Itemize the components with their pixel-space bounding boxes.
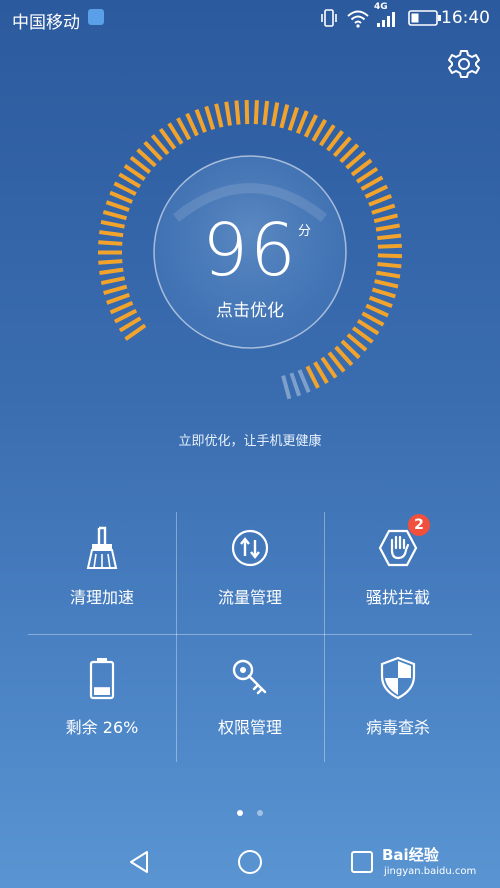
- permission-management-button[interactable]: 权限管理: [176, 642, 324, 764]
- score-unit: 分: [298, 224, 312, 239]
- battery-level-fill: [94, 687, 110, 695]
- data-management-button[interactable]: 流量管理: [176, 512, 324, 634]
- score-value: 96: [202, 208, 298, 292]
- gauge-tick-lit: [176, 117, 192, 141]
- back-icon[interactable]: [126, 848, 154, 876]
- gauge-tick-dim: [297, 369, 311, 393]
- recent-apps-icon[interactable]: [348, 848, 376, 876]
- gauge-tick-lit: [262, 100, 270, 126]
- gauge-tick-lit: [204, 105, 216, 130]
- watermark-brand: Bai经验: [382, 846, 439, 864]
- battery-icon: [89, 658, 115, 700]
- gauge-tick-lit: [295, 110, 309, 135]
- permission-management-label: 权限管理: [217, 718, 282, 737]
- antivirus-button[interactable]: 病毒查杀: [324, 642, 472, 764]
- gauge-tick-lit: [368, 194, 392, 207]
- battery-button[interactable]: 剩余 26%: [28, 642, 176, 764]
- battery-label: 剩余 26%: [65, 718, 139, 737]
- clock: 16:40: [441, 8, 490, 28]
- data-transfer-icon: [231, 529, 269, 567]
- gauge-tick-lit: [287, 106, 300, 131]
- gauge-tick-lit: [113, 181, 137, 196]
- page-indicator: [0, 801, 500, 820]
- gauge-tick-lit: [194, 109, 207, 133]
- antivirus-label: 病毒查杀: [365, 718, 430, 737]
- carrier-name: 中国移动: [12, 13, 80, 33]
- status-bar: 中国移动 4G 16:40: [0, 0, 500, 36]
- cleanup-button[interactable]: 清理加速: [28, 512, 176, 634]
- gauge-tick-lit: [305, 365, 320, 389]
- page-dot-active: [237, 810, 244, 816]
- harassment-block-label: 骚扰拦截: [365, 588, 430, 607]
- gauge-tick-dim: [281, 375, 292, 400]
- key-icon: [232, 659, 267, 695]
- vibrate-icon: [321, 9, 337, 27]
- page-dot: [256, 810, 263, 816]
- wifi-icon: [347, 10, 369, 28]
- gauge-tick-lit: [244, 99, 250, 125]
- optimize-button[interactable]: 点击优化: [0, 296, 500, 321]
- notification-badge: 2: [408, 514, 430, 536]
- gauge-tick-lit: [234, 100, 241, 125]
- broom-icon: [86, 526, 118, 569]
- data-management-label: 流量管理: [217, 588, 282, 607]
- subtitle: 立即优化，让手机更健康: [178, 434, 322, 449]
- feature-grid: 清理加速 流量管理 2 骚扰拦截 剩余 26% 权限管理 病毒查杀: [28, 512, 472, 762]
- gauge-tick-lit: [279, 104, 290, 129]
- signal-icon: [377, 12, 395, 27]
- watermark-url: jingyan.baidu.com: [384, 866, 477, 877]
- gauge-tick-lit: [364, 184, 389, 199]
- gauge-tick-lit: [253, 100, 259, 125]
- harassment-block-button[interactable]: 2 骚扰拦截: [324, 512, 472, 634]
- network-type: 4G: [374, 2, 388, 12]
- cleanup-label: 清理加速: [69, 588, 134, 607]
- home-icon[interactable]: [236, 848, 264, 876]
- gauge-tick-lit: [303, 114, 318, 138]
- settings-gear-icon[interactable]: [446, 46, 482, 82]
- notification-icon: [88, 9, 104, 25]
- shield-icon: [380, 656, 416, 700]
- gauge-tick-dim: [289, 372, 302, 397]
- divider: [28, 634, 472, 635]
- gauge-tick-lit: [185, 112, 199, 137]
- gauge-tick-lit: [270, 102, 280, 127]
- gauge-tick-lit: [109, 190, 133, 204]
- battery-status-icon: [408, 10, 441, 26]
- gauge-tick-lit: [224, 101, 232, 126]
- gauge-tick-lit: [214, 103, 224, 128]
